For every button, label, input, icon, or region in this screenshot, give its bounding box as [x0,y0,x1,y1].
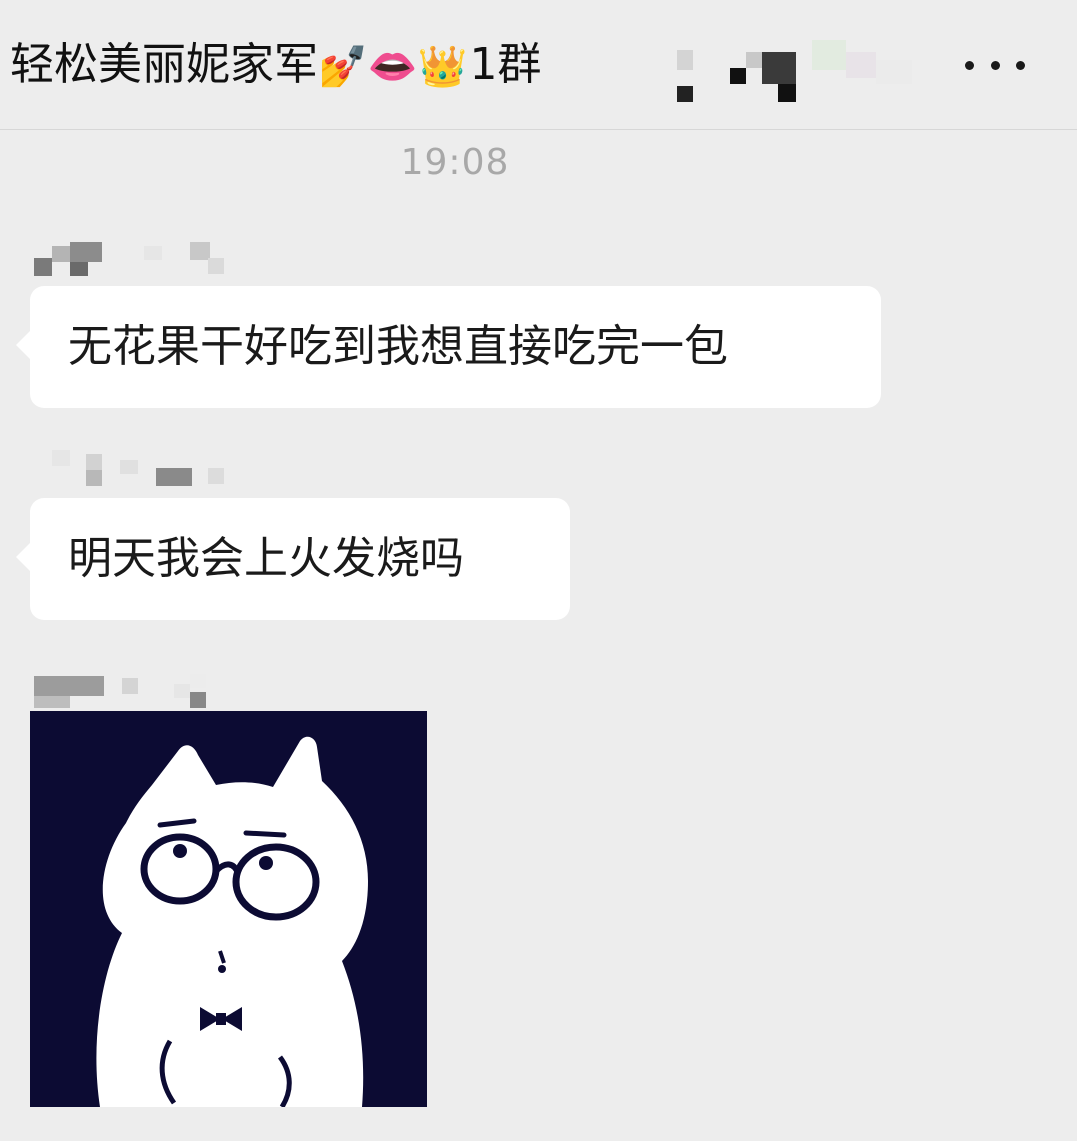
lips-emoji: 👄 [367,44,418,90]
chat-header: 轻松美丽妮家军💅👄👑1群 [0,0,1077,130]
sender-name-censored [34,238,234,278]
message-bubble[interactable]: 明天我会上火发烧吗 [16,498,570,620]
message-text: 明天我会上火发烧吗 [68,533,464,584]
sender-name-censored [34,450,234,490]
more-dots-icon [965,60,974,70]
nail-polish-emoji: 💅 [318,44,368,90]
message-bubble[interactable]: 无花果干好吃到我想直接吃完一包 [16,286,881,408]
more-button[interactable] [965,48,1025,82]
group-number: 1群 [469,39,542,90]
crown-emoji: 👑 [417,44,468,90]
cartoon-cat-sticker-icon [30,711,427,1107]
sender-name-censored [34,674,234,714]
chat-title: 轻松美丽妮家军💅👄👑1群 [10,30,541,100]
group-name: 轻松美丽妮家军 [10,39,318,90]
message-timestamp: 19:08 [400,142,510,183]
message-text: 无花果干好吃到我想直接吃完一包 [68,321,728,372]
sticker-image[interactable] [30,711,427,1107]
